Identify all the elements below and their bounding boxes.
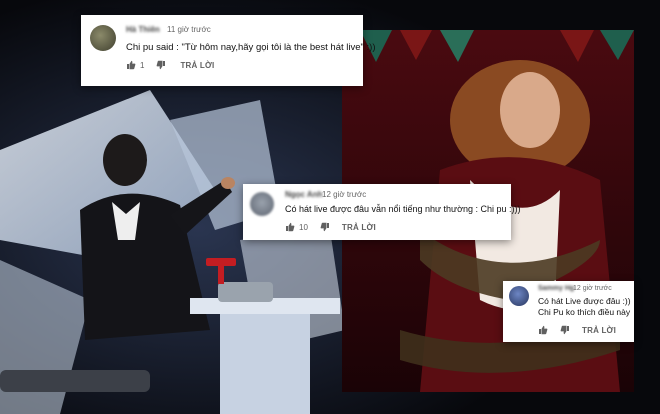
comment-text-line-2: Chi Pu ko thích điều này bbox=[538, 307, 631, 317]
reply-button[interactable]: TRẢ LỜI bbox=[582, 326, 616, 335]
reply-button[interactable]: TRẢ LỜI bbox=[180, 61, 214, 70]
avatar[interactable] bbox=[509, 286, 529, 306]
comment-text-line-1: Có hát Live được đâu :)) bbox=[538, 296, 631, 306]
avatar[interactable] bbox=[250, 192, 274, 216]
comment-card-3: Sammy Hg 12 giờ trước Có hát Live được đ… bbox=[503, 281, 634, 342]
thumbs-up-icon[interactable] bbox=[126, 60, 136, 70]
comment-text: Chi pu said : "Từ hôm nay,hãy gọi tôi là… bbox=[126, 42, 376, 53]
thumbs-up-icon[interactable] bbox=[538, 325, 548, 335]
comment-time[interactable]: 11 giờ trước bbox=[167, 25, 211, 34]
comment-card-1: Hà Thiên 11 giờ trước Chi pu said : "Từ … bbox=[81, 15, 376, 86]
comment-time[interactable]: 12 giờ trước bbox=[322, 190, 366, 199]
scene: Hà Thiên 11 giờ trước Chi pu said : "Từ … bbox=[0, 0, 660, 414]
comment-card-2: Ngọc Anh 12 giờ trước Có hát live được đ… bbox=[243, 184, 521, 240]
thumbs-down-icon[interactable] bbox=[320, 222, 330, 232]
like-count: 1 bbox=[140, 60, 145, 70]
thumbs-down-icon[interactable] bbox=[156, 60, 166, 70]
comment-author[interactable]: Sammy Hg bbox=[538, 285, 574, 292]
comment-time[interactable]: 12 giờ trước bbox=[573, 285, 612, 292]
thumbs-up-icon[interactable] bbox=[285, 222, 295, 232]
comment-text: Có hát live được đâu vẫn nổi tiếng như t… bbox=[285, 204, 521, 214]
reply-button[interactable]: TRẢ LỜI bbox=[342, 223, 376, 232]
comment-actions: 10 TRẢ LỜI bbox=[285, 222, 376, 232]
comment-actions: TRẢ LỜI bbox=[538, 325, 616, 335]
avatar[interactable] bbox=[90, 25, 116, 51]
comment-author[interactable]: Hà Thiên bbox=[126, 25, 160, 34]
like-count: 10 bbox=[299, 222, 308, 232]
thumbs-down-icon[interactable] bbox=[560, 325, 570, 335]
comment-actions: 1 TRẢ LỜI bbox=[126, 60, 214, 70]
comment-author[interactable]: Ngọc Anh bbox=[285, 190, 322, 199]
